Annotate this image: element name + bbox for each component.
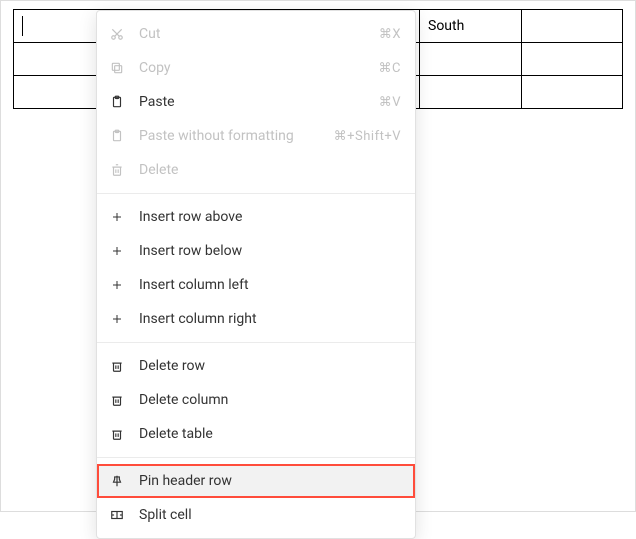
pin-icon bbox=[109, 473, 125, 489]
menu-item-delete-column[interactable]: Delete column bbox=[97, 383, 415, 417]
plus-icon bbox=[109, 311, 125, 327]
menu-item-paste-nofmt[interactable]: Paste without formatting ⌘+Shift+V bbox=[97, 119, 415, 153]
menu-item-label: Split cell bbox=[139, 507, 401, 523]
menu-item-shortcut: ⌘V bbox=[379, 95, 401, 110]
menu-item-insert-row-below[interactable]: Insert row below bbox=[97, 234, 415, 268]
trash-icon bbox=[109, 358, 125, 374]
menu-item-label: Delete column bbox=[139, 392, 401, 408]
menu-item-shortcut: ⌘X bbox=[379, 27, 401, 42]
table-cell[interactable]: South bbox=[420, 10, 522, 43]
trash-icon bbox=[109, 162, 125, 178]
menu-separator bbox=[97, 342, 415, 343]
menu-item-split-cell[interactable]: Split cell bbox=[97, 498, 415, 532]
menu-item-label: Delete table bbox=[139, 426, 401, 442]
menu-item-label: Delete row bbox=[139, 358, 401, 374]
menu-item-label: Copy bbox=[139, 60, 379, 76]
paste-nofmt-icon bbox=[109, 128, 125, 144]
menu-item-label: Insert column right bbox=[139, 311, 401, 327]
menu-item-pin-header-row[interactable]: Pin header row bbox=[97, 464, 415, 498]
cut-icon bbox=[109, 26, 125, 42]
menu-item-label: Insert column left bbox=[139, 277, 401, 293]
menu-separator bbox=[97, 193, 415, 194]
menu-item-copy[interactable]: Copy ⌘C bbox=[97, 51, 415, 85]
menu-item-label: Delete bbox=[139, 162, 401, 178]
menu-item-delete-table[interactable]: Delete table bbox=[97, 417, 415, 451]
split-cell-icon bbox=[109, 507, 125, 523]
menu-separator bbox=[97, 457, 415, 458]
table-cell[interactable] bbox=[521, 10, 623, 43]
menu-item-shortcut: ⌘C bbox=[379, 61, 401, 76]
plus-icon bbox=[109, 277, 125, 293]
table-cell[interactable] bbox=[521, 76, 623, 109]
context-menu: Cut ⌘X Copy ⌘C Paste ⌘V Paste without fo… bbox=[96, 10, 416, 539]
plus-icon bbox=[109, 243, 125, 259]
menu-item-label: Paste bbox=[139, 94, 379, 110]
table-cell[interactable] bbox=[420, 76, 522, 109]
table-cell[interactable] bbox=[521, 43, 623, 76]
menu-item-label: Cut bbox=[139, 26, 379, 42]
menu-item-paste[interactable]: Paste ⌘V bbox=[97, 85, 415, 119]
menu-item-label: Paste without formatting bbox=[139, 128, 334, 144]
paste-icon bbox=[109, 94, 125, 110]
table-cell[interactable] bbox=[420, 43, 522, 76]
menu-item-label: Insert row below bbox=[139, 243, 401, 259]
menu-item-cut[interactable]: Cut ⌘X bbox=[97, 17, 415, 51]
trash-icon bbox=[109, 426, 125, 442]
menu-item-label: Insert row above bbox=[139, 209, 401, 225]
copy-icon bbox=[109, 60, 125, 76]
menu-item-insert-col-left[interactable]: Insert column left bbox=[97, 268, 415, 302]
menu-item-delete-row[interactable]: Delete row bbox=[97, 349, 415, 383]
menu-item-delete[interactable]: Delete bbox=[97, 153, 415, 187]
menu-item-insert-col-right[interactable]: Insert column right bbox=[97, 302, 415, 336]
menu-item-insert-row-above[interactable]: Insert row above bbox=[97, 200, 415, 234]
plus-icon bbox=[109, 209, 125, 225]
menu-item-shortcut: ⌘+Shift+V bbox=[334, 129, 401, 144]
trash-icon bbox=[109, 392, 125, 408]
menu-item-label: Pin header row bbox=[139, 473, 401, 489]
